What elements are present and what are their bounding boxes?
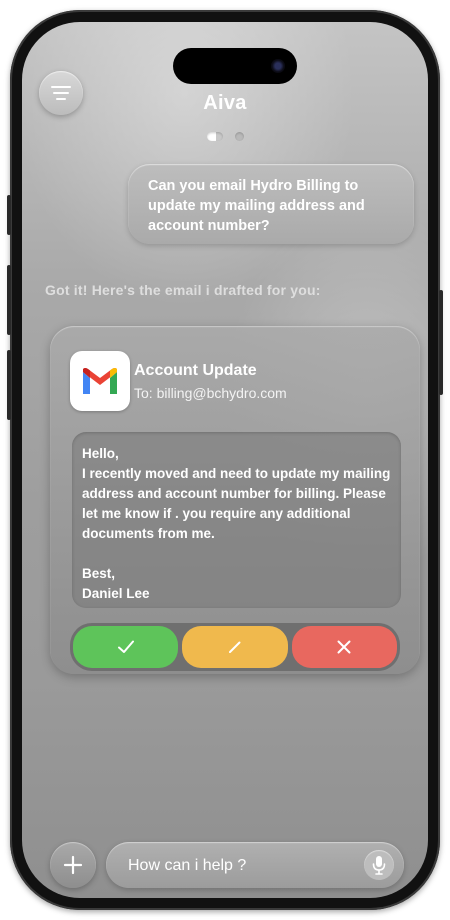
reject-button[interactable] <box>291 626 397 668</box>
power-button <box>439 290 443 395</box>
microphone-icon <box>372 856 386 875</box>
email-spacer <box>82 544 391 564</box>
assistant-message: Got it! Here's the email i drafted for y… <box>45 282 321 298</box>
add-button[interactable] <box>50 842 96 888</box>
email-signoff: Best, <box>82 566 116 581</box>
action-button <box>7 195 11 235</box>
message-input[interactable] <box>126 842 350 890</box>
user-message-bubble: Can you email Hydro Billing to update my… <box>128 164 414 244</box>
page-dot-1[interactable] <box>206 132 223 141</box>
microphone-button[interactable] <box>364 850 394 880</box>
email-subject: Account Update <box>134 362 257 379</box>
screen: Aiva Can you email Hydro Billing to upda… <box>22 22 428 898</box>
phone-frame: Aiva Can you email Hydro Billing to upda… <box>7 10 443 910</box>
page-indicator[interactable] <box>22 132 428 141</box>
volume-up-button <box>7 265 11 335</box>
app-title: Aiva <box>203 92 247 114</box>
page-dot-2[interactable] <box>234 132 244 141</box>
camera-icon <box>271 59 285 73</box>
dynamic-island <box>173 48 297 84</box>
approve-button[interactable] <box>73 626 179 668</box>
email-greeting: Hello, <box>82 446 119 461</box>
edit-button[interactable] <box>182 626 288 668</box>
plus-icon <box>63 855 83 875</box>
volume-down-button <box>7 350 11 420</box>
close-icon <box>337 640 351 654</box>
email-recipient: To: billing@bchydro.com <box>134 385 287 401</box>
email-paragraph: I recently moved and need to update my m… <box>82 466 391 541</box>
email-actions <box>70 623 400 671</box>
pencil-icon <box>228 641 241 653</box>
message-composer <box>106 842 404 890</box>
email-body[interactable]: Hello, I recently moved and need to upda… <box>72 432 401 608</box>
check-icon <box>117 640 134 653</box>
email-draft-card: Account Update To: billing@bchydro.com H… <box>50 326 420 674</box>
gmail-icon <box>70 351 130 411</box>
email-signature: Daniel Lee <box>82 586 150 601</box>
